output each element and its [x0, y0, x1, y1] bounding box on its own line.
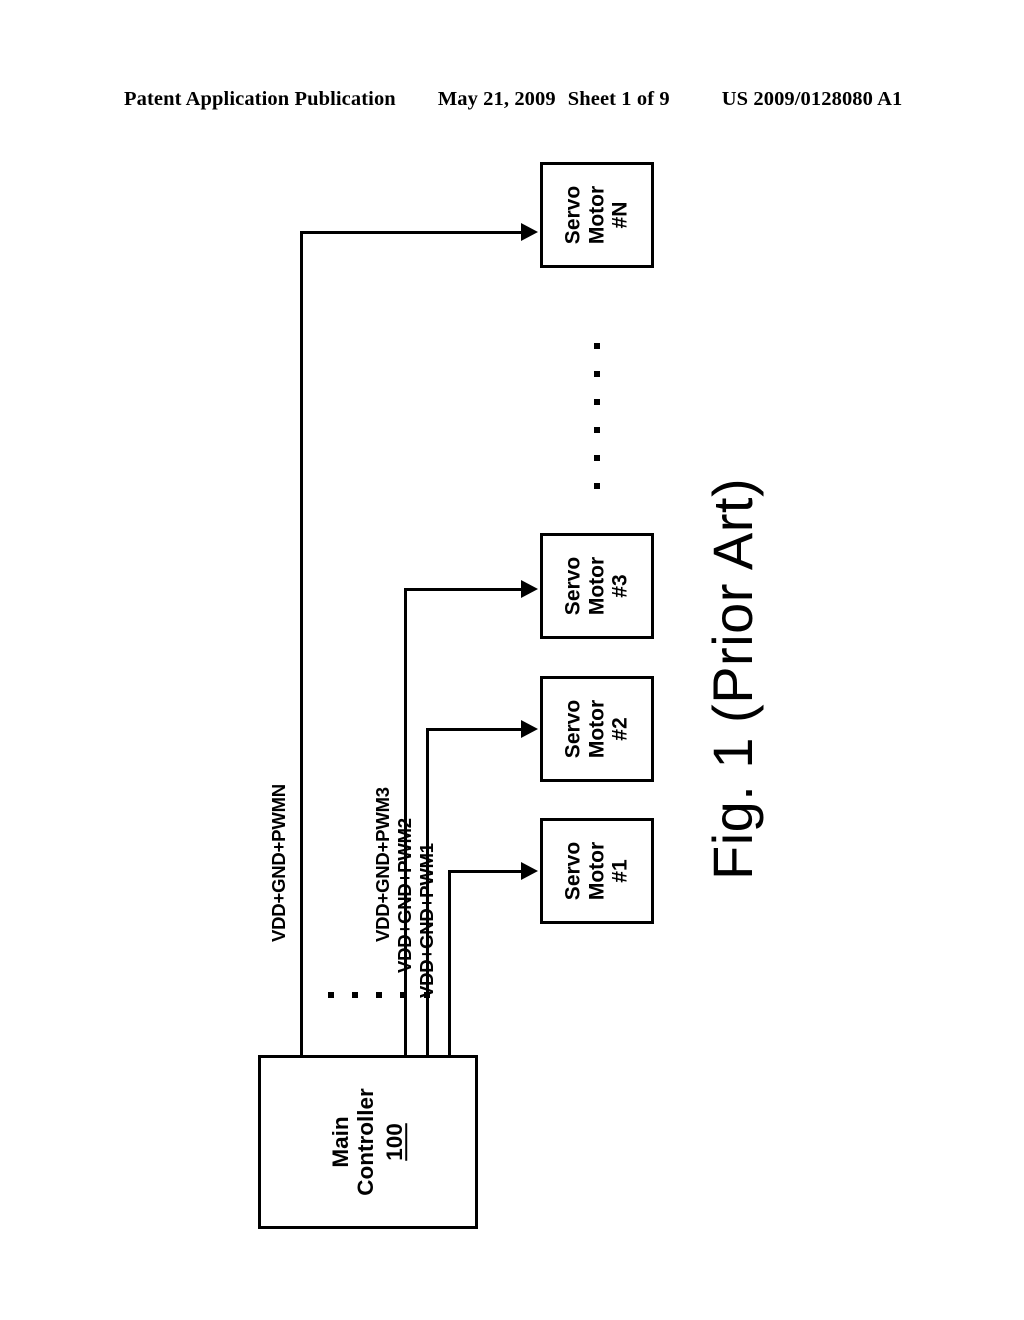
wire-1-vertical	[448, 870, 451, 1057]
servo-motor-n-line3: #N	[608, 201, 632, 229]
ellipsis-dot	[594, 455, 600, 461]
servo-motor-1-line3: #1	[608, 859, 632, 883]
wire-3-arrowhead	[521, 580, 538, 598]
vertical-ellipsis-between-motors	[594, 343, 600, 511]
main-controller-label: Main Controller 100	[328, 1088, 408, 1196]
servo-motor-3-box: Servo Motor #3	[540, 533, 654, 639]
servo-motor-2-line1: Servo	[561, 699, 585, 759]
servo-motor-n-box: Servo Motor #N	[540, 162, 654, 268]
servo-motor-n-label: Servo Motor #N	[562, 186, 633, 244]
servo-motor-2-line3: #2	[608, 717, 632, 741]
servo-motor-2-box: Servo Motor #2	[540, 676, 654, 782]
main-controller-reference-numeral: 100	[382, 1123, 408, 1161]
figure-caption: Fig. 1 (Prior Art)	[700, 478, 765, 880]
horizontal-ellipsis-between-wires	[328, 992, 448, 998]
signal-label-pwm3: VDD+GND+PWM3	[372, 787, 393, 942]
ellipsis-dot	[400, 992, 406, 998]
signal-label-pwmn: VDD+GND+PWMN	[268, 784, 289, 942]
ellipsis-dot	[594, 427, 600, 433]
ellipsis-dot	[328, 992, 334, 998]
servo-motor-n-line2: Motor	[585, 185, 609, 245]
main-controller-box: Main Controller 100	[258, 1055, 478, 1229]
servo-motor-3-line3: #3	[608, 574, 632, 598]
ellipsis-dot	[594, 399, 600, 405]
servo-motor-1-line1: Servo	[561, 841, 585, 901]
figure-prior-art-note: (Prior Art)	[701, 477, 764, 723]
ellipsis-dot	[424, 992, 430, 998]
ellipsis-dot	[594, 483, 600, 489]
ellipsis-dot	[352, 992, 358, 998]
ellipsis-dot	[376, 992, 382, 998]
figure-number-label: Fig. 1	[701, 736, 764, 880]
servo-motor-3-line2: Motor	[585, 556, 609, 616]
wire-n-arrowhead	[521, 223, 538, 241]
servo-motor-1-label: Servo Motor #1	[562, 842, 633, 900]
wire-3-horizontal	[404, 588, 522, 591]
wire-1-arrowhead	[521, 862, 538, 880]
wire-n-vertical	[300, 231, 303, 1057]
signal-label-pwm2: VDD+GND+PWM2	[394, 818, 415, 973]
servo-motor-n-line1: Servo	[561, 185, 585, 245]
wire-1-horizontal	[448, 870, 522, 873]
wire-2-arrowhead	[521, 720, 538, 738]
servo-motor-2-line2: Motor	[585, 699, 609, 759]
servo-motor-1-box: Servo Motor #1	[540, 818, 654, 924]
wire-2-horizontal	[426, 728, 522, 731]
main-controller-line2: Controller	[353, 1088, 379, 1196]
servo-motor-3-label: Servo Motor #3	[562, 557, 633, 615]
ellipsis-dot	[594, 371, 600, 377]
servo-motor-2-label: Servo Motor #2	[562, 700, 633, 758]
ellipsis-dot	[594, 343, 600, 349]
servo-motor-1-line2: Motor	[585, 841, 609, 901]
figure-diagram: Servo Motor #N Servo Motor #3 Servo Moto…	[0, 0, 1024, 1320]
servo-motor-3-line1: Servo	[561, 556, 585, 616]
wire-n-horizontal	[300, 231, 522, 234]
signal-label-pwm1: VDD+GND+PWM1	[416, 843, 437, 998]
main-controller-line1: Main	[328, 1116, 354, 1168]
